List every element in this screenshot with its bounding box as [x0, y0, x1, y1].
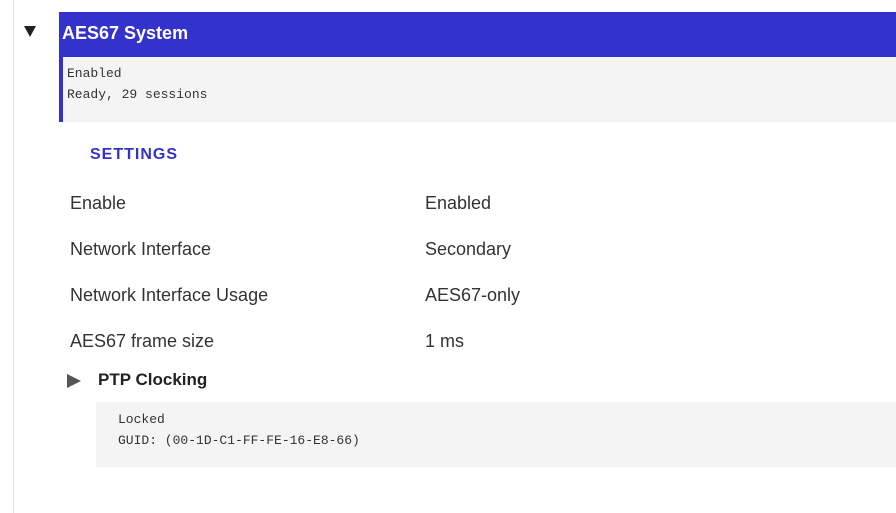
section-status-box: Enabled Ready, 29 sessions — [63, 57, 896, 122]
setting-label-network-interface-usage: Network Interface Usage — [70, 285, 269, 305]
ptp-guid-line: GUID: (00-1D-C1-FF-FE-16-E8-66) — [118, 433, 360, 448]
section-status-line: Enabled — [67, 66, 122, 81]
aes67-panel: AES67 System Enabled Ready, 29 sessions … — [0, 0, 896, 513]
section-status-line: Ready, 29 sessions — [67, 87, 208, 102]
left-divider — [13, 0, 14, 513]
setting-value-network-interface[interactable]: Secondary — [425, 239, 511, 260]
ptp-clocking-title[interactable]: PTP Clocking — [98, 370, 207, 390]
settings-heading: SETTINGS — [90, 146, 179, 163]
setting-value-network-interface-usage[interactable]: AES67-only — [425, 285, 520, 306]
section-title: AES67 System — [62, 23, 189, 43]
ptp-status-line: Locked — [118, 412, 165, 427]
setting-label-frame-size: AES67 frame size — [70, 331, 215, 351]
collapse-triangle-down-icon[interactable] — [24, 26, 36, 37]
setting-label-enable: Enable — [70, 193, 127, 213]
ptp-status-box: Locked GUID: (00-1D-C1-FF-FE-16-E8-66) — [96, 402, 896, 467]
setting-value-enable[interactable]: Enabled — [425, 193, 491, 214]
setting-label-network-interface: Network Interface — [70, 239, 212, 259]
expand-triangle-right-icon[interactable] — [67, 374, 81, 388]
section-header[interactable]: AES67 System — [59, 12, 896, 57]
setting-value-frame-size[interactable]: 1 ms — [425, 331, 464, 352]
